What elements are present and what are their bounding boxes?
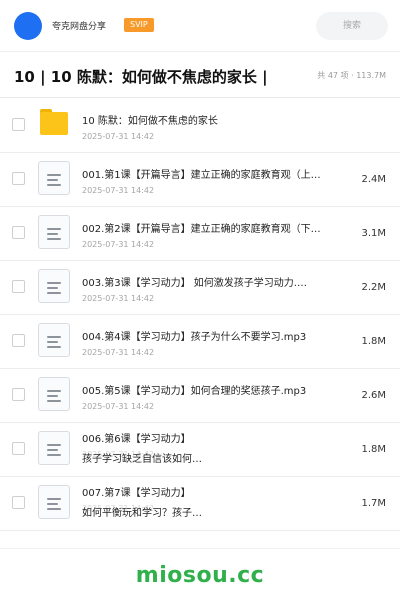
row-checkbox[interactable]: [12, 388, 25, 401]
document-icon: [38, 485, 70, 519]
file-date: 2025-07-31 14:42: [82, 240, 155, 249]
folder-icon: [40, 109, 68, 135]
file-name: 005.第5课【学习动力】如何合理的奖惩孩子.mp3: [82, 386, 307, 397]
list-item[interactable]: 10 陈默：如何做不焦虑的家长 2025-07-31 14:42: [0, 99, 400, 153]
list-item[interactable]: 003.第3课【学习动力】 如何激发孩子学习动力.… 2025-07-31 14…: [0, 261, 400, 315]
row-checkbox[interactable]: [12, 118, 25, 131]
row-checkbox[interactable]: [12, 172, 25, 185]
file-name: 002.第2课【开篇导言】建立正确的家庭教育观（下…: [82, 224, 321, 235]
file-date: 2025-07-31 14:42: [82, 186, 155, 195]
folder-title-bar: 10 | 10 陈默：如何做不焦虑的家长 | 共 47 项 · 113.7M: [0, 52, 400, 98]
top-header: 夸克网盘分享 SVIP 搜索: [0, 0, 400, 52]
site-watermark: miosou.cc: [135, 563, 265, 588]
document-icon: [38, 377, 70, 411]
file-size: 2.4M: [361, 174, 386, 185]
file-size: 3.1M: [361, 228, 386, 239]
file-name: 001.第1课【开篇导言】建立正确的家庭教育观（上…: [82, 170, 321, 181]
file-name: 006.第6课【学习动力】: [82, 434, 191, 445]
folder-meta: 共 47 项 · 113.7M: [317, 71, 386, 80]
list-item[interactable]: 006.第6课【学习动力】 2025-07-31 14:42 孩子学习缺乏自信该…: [0, 423, 400, 477]
file-name: 10 陈默：如何做不焦虑的家长: [82, 116, 218, 127]
list-item[interactable]: 005.第5课【学习动力】如何合理的奖惩孩子.mp3 2025-07-31 14…: [0, 369, 400, 423]
footer: miosou.cc: [0, 548, 400, 600]
row-checkbox[interactable]: [12, 226, 25, 239]
document-icon: [38, 431, 70, 465]
avatar[interactable]: [14, 12, 42, 40]
search-input[interactable]: 搜索: [316, 12, 388, 40]
file-name-continued: 如何平衡玩和学习？孩子…: [82, 508, 202, 519]
file-size: 1.8M: [361, 336, 386, 347]
file-name-continued: 孩子学习缺乏自信该如何…: [82, 454, 202, 465]
file-date: 2025-07-31 14:42: [82, 348, 155, 357]
list-item[interactable]: 007.第7课【学习动力】 2025-07-31 14:42 如何平衡玩和学习？…: [0, 477, 400, 531]
file-name: 007.第7课【学习动力】: [82, 488, 191, 499]
file-size: 2.6M: [361, 390, 386, 401]
document-icon: [38, 269, 70, 303]
list-item[interactable]: 001.第1课【开篇导言】建立正确的家庭教育观（上… 2025-07-31 14…: [0, 153, 400, 207]
list-item[interactable]: 004.第4课【学习动力】孩子为什么不要学习.mp3 2025-07-31 14…: [0, 315, 400, 369]
row-checkbox[interactable]: [12, 280, 25, 293]
row-checkbox[interactable]: [12, 334, 25, 347]
vip-badge: SVIP: [124, 18, 154, 32]
file-date: 2025-07-31 14:42: [82, 132, 155, 141]
row-checkbox[interactable]: [12, 496, 25, 509]
document-icon: [38, 215, 70, 249]
file-size: 2.2M: [361, 282, 386, 293]
file-size: 1.7M: [361, 498, 386, 509]
share-user-name: 夸克网盘分享: [52, 22, 107, 32]
file-size: 1.8M: [361, 444, 386, 455]
page-title: 10 | 10 陈默：如何做不焦虑的家长 |: [14, 68, 268, 86]
file-name: 003.第3课【学习动力】 如何激发孩子学习动力.…: [82, 278, 307, 289]
file-date: 2025-07-31 14:42: [82, 402, 155, 411]
row-checkbox[interactable]: [12, 442, 25, 455]
document-icon: [38, 323, 70, 357]
list-item[interactable]: 002.第2课【开篇导言】建立正确的家庭教育观（下… 2025-07-31 14…: [0, 207, 400, 261]
file-name: 004.第4课【学习动力】孩子为什么不要学习.mp3: [82, 332, 307, 343]
document-icon: [38, 161, 70, 195]
file-date: 2025-07-31 14:42: [82, 294, 155, 303]
